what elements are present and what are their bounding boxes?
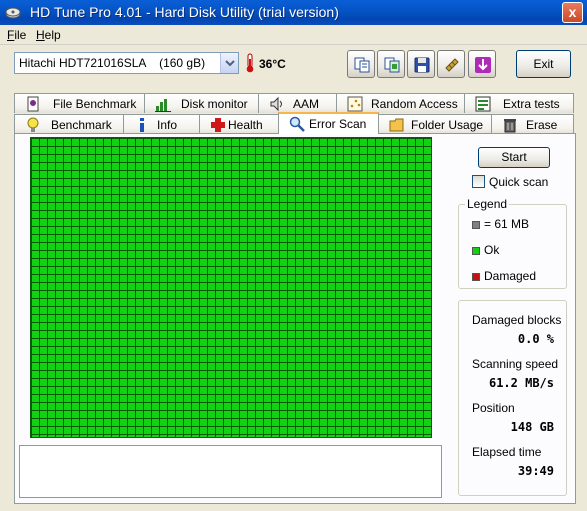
title-bar: HD Tune Pro 4.01 - Hard Disk Utility (tr… [0,0,587,25]
copy-text-button[interactable] [347,50,375,78]
legend-title: Legend [465,197,510,211]
damaged-blocks-value: 0.0 % [517,332,554,346]
info-icon [140,118,144,132]
elapsed-time-value: 39:49 [517,464,554,478]
legend-block-swatch [472,221,480,229]
tab-disk-monitor[interactable]: Disk monitor [144,93,259,113]
menu-bar: File Help [0,25,587,45]
floppy-disk-icon [414,57,430,73]
dropdown-arrow-icon[interactable] [220,53,238,73]
save-screenshot-button[interactable] [407,50,435,78]
health-cross-icon [211,118,225,132]
disk-monitor-icon [155,99,171,112]
copy-text-icon [354,57,370,73]
options-icon [445,58,459,72]
magnifier-icon [289,116,305,132]
copy-screenshot-button[interactable] [377,50,405,78]
tab-erase[interactable]: Erase [491,114,574,134]
random-access-icon [347,96,363,112]
download-button[interactable] [468,50,496,78]
tab-file-benchmark[interactable]: File Benchmark [14,93,145,113]
tab-aam[interactable]: AAM [258,93,337,113]
tab-row-top: File Benchmark Disk monitor AAM Random A… [14,93,574,113]
menu-file[interactable]: File [7,28,26,42]
legend-ok-label: Ok [484,243,500,257]
lightbulb-icon [27,117,39,132]
tab-random-access[interactable]: Random Access [336,93,465,113]
tab-health[interactable]: Health [199,114,279,134]
tab-extra-tests[interactable]: Extra tests [464,93,574,113]
quick-scan-label: Quick scan [489,175,549,189]
tab-row-bottom: Benchmark Info Health Error Scan Folder … [14,112,574,134]
position-label: Position [472,401,515,415]
thermometer-icon [246,53,254,73]
legend-damaged-swatch [472,273,480,281]
copy-screenshot-icon [384,57,400,73]
damaged-blocks-label: Damaged blocks [472,313,562,327]
close-button[interactable]: x [562,2,583,23]
legend-group: Legend = 61 MB Ok Damaged [458,197,567,289]
download-arrow-icon [475,57,491,73]
folder-icon [389,118,404,132]
speaker-icon [270,96,282,112]
tab-error-scan[interactable]: Error Scan [278,112,379,134]
scan-log-box[interactable] [19,445,442,498]
exit-button[interactable]: Exit [516,50,571,78]
start-button[interactable]: Start [478,147,550,168]
app-icon [5,7,21,19]
trash-icon [504,119,516,133]
error-scan-panel: Start Quick scan Legend = 61 MB Ok Damag… [14,133,576,504]
scanning-speed-value: 61.2 MB/s [488,376,554,390]
temperature-readout: 36°C [259,57,286,71]
position-value: 148 GB [510,420,554,434]
legend-block-size: = 61 MB [484,217,530,231]
window-title: HD Tune Pro 4.01 - Hard Disk Utility (tr… [30,4,339,20]
scanning-speed-label: Scanning speed [472,357,559,371]
drive-select[interactable]: Hitachi HDT721016SLA (160 gB) [14,52,239,74]
options-button[interactable] [437,50,465,78]
drive-select-value: Hitachi HDT721016SLA (160 gB) [19,56,206,70]
quick-scan-checkbox[interactable] [472,175,485,188]
legend-damaged-label: Damaged [484,269,537,283]
file-benchmark-icon [27,96,39,112]
scan-stats-group: Damaged blocks 0.0 % Scanning speed 61.2… [458,300,567,496]
legend-ok-swatch [472,247,480,255]
tab-benchmark[interactable]: Benchmark [14,114,124,134]
tab-folder-usage[interactable]: Folder Usage [378,114,492,134]
extra-tests-icon [475,96,491,112]
menu-help[interactable]: Help [36,28,61,42]
tab-info[interactable]: Info [123,114,200,134]
scan-block-grid [30,137,432,438]
elapsed-time-label: Elapsed time [472,445,542,459]
